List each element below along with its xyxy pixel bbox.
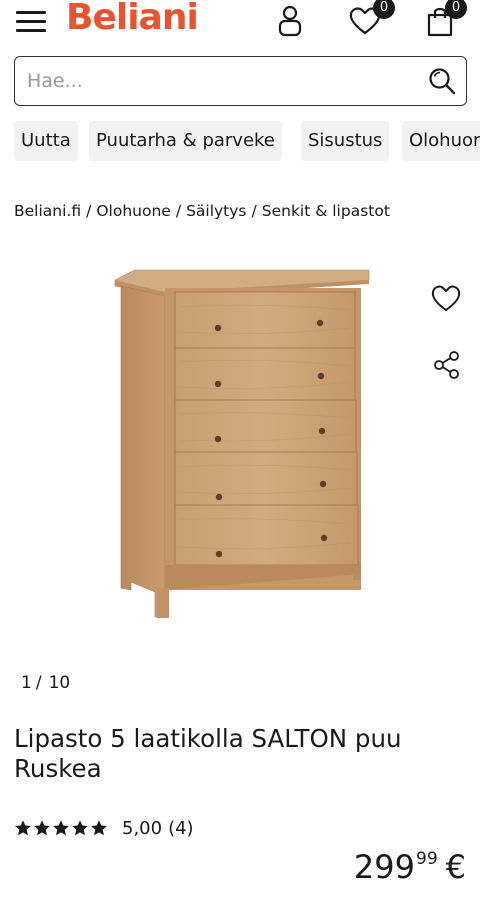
beliani-logo[interactable]: Beliani [66, 0, 199, 40]
header: Beliani 0 0 [0, 0, 480, 44]
star-icon [53, 820, 69, 836]
category-chip-sisustus[interactable]: Sisustus [301, 121, 390, 161]
star-icon [15, 820, 31, 836]
breadcrumb-separator: / [251, 202, 257, 220]
breadcrumb: Beliani.fi / Olohuone / Säilytys / Senkit & li… [14, 202, 390, 220]
breadcrumb-sailytys[interactable]: Säilytys [186, 202, 246, 220]
category-chip-olohuone[interactable]: Olohuone [402, 121, 480, 161]
star-icon [91, 820, 107, 836]
breadcrumb-home[interactable]: Beliani.fi [14, 202, 81, 220]
product-rating[interactable]: 5,00 (4) [14, 816, 194, 840]
wishlist-count-badge: 0 [373, 0, 395, 19]
gallery-slash: / [35, 673, 42, 693]
hamburger-menu-icon[interactable] [14, 8, 48, 34]
category-chip-uutta[interactable]: Uutta [14, 121, 78, 161]
rating-summary: 5,00 (4) [122, 818, 194, 839]
add-to-wishlist-heart-icon[interactable] [430, 283, 462, 317]
user-icon[interactable] [276, 4, 304, 42]
cart-count-badge: 0 [445, 0, 467, 19]
category-chip-puutarha[interactable]: Puutarha & parveke [89, 121, 282, 161]
search-icon[interactable] [428, 67, 456, 99]
star-icon [34, 820, 50, 836]
price-currency: € [445, 848, 466, 886]
product-price: 29999 € [354, 848, 466, 886]
share-icon[interactable] [433, 350, 461, 384]
gallery-counter: 1/ 10 [21, 673, 70, 693]
breadcrumb-separator: / [175, 202, 182, 220]
star-icon [72, 820, 88, 836]
gallery-total: 10 [48, 673, 71, 693]
price-whole: 299 [353, 848, 415, 886]
breadcrumb-senkit[interactable]: Senkit & lipastot [262, 202, 390, 220]
product-image[interactable] [105, 262, 380, 622]
search-input[interactable] [27, 67, 407, 95]
review-count[interactable]: (4) [168, 818, 194, 839]
product-title: Lipasto 5 laatikolla SALTON puu Ruskea [14, 724, 402, 783]
rating-value: 5,00 [122, 817, 163, 839]
gallery-current: 1 [21, 673, 32, 693]
search-bar [14, 56, 467, 106]
breadcrumb-separator: / [86, 202, 92, 220]
star-rating [14, 819, 108, 837]
breadcrumb-olohuone[interactable]: Olohuone [96, 202, 170, 220]
category-nav: Uutta Puutarha & parveke Sisustus Olohuo… [0, 121, 480, 161]
price-cents: 99 [416, 849, 438, 869]
